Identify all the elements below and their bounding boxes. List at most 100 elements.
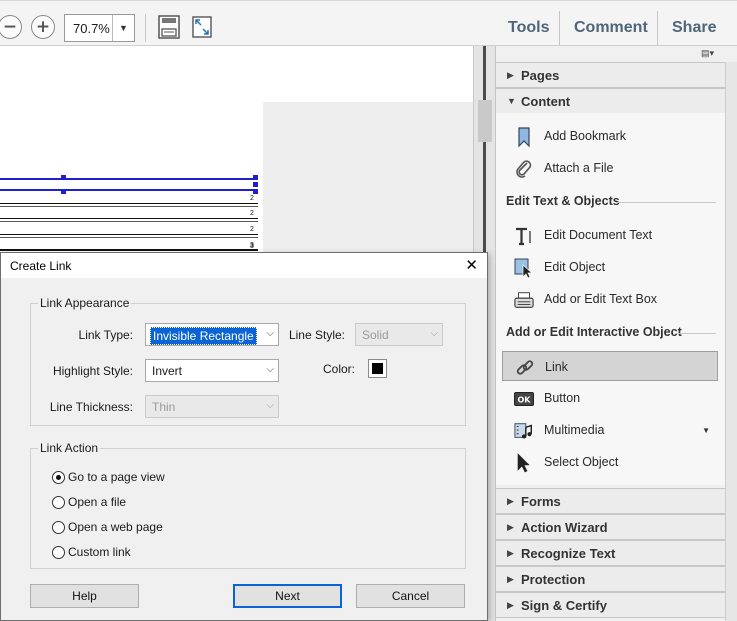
comment-tab[interactable]: Comment [574, 19, 648, 37]
section-label: Sign & Certify [521, 598, 607, 613]
radio-button[interactable] [52, 471, 65, 484]
help-button[interactable]: Help [30, 584, 139, 608]
resize-handle[interactable] [61, 175, 66, 180]
zoom-in-button[interactable]: + [31, 15, 55, 39]
group-legend: Link Appearance [38, 296, 132, 310]
cancel-button[interactable]: Cancel [356, 584, 465, 608]
table-rule [0, 206, 258, 207]
bookmark-icon [514, 127, 534, 147]
group-legend: Link Action [38, 441, 101, 455]
section-label: Pages [521, 68, 560, 83]
section-pages[interactable]: ▶ Pages [496, 62, 725, 88]
table-rule [0, 234, 258, 235]
link-selection-rectangle[interactable] [0, 178, 258, 191]
text-cursor-icon [514, 226, 534, 246]
table-rule [0, 249, 258, 250]
chevron-down-icon[interactable]: ▼ [112, 15, 134, 41]
create-link-dialog: Create Link ✕ Link Appearance Link Type:… [0, 252, 488, 621]
tool-add-bookmark[interactable]: Add Bookmark [502, 121, 718, 151]
tool-edit-object[interactable]: Edit Object [502, 252, 718, 282]
close-icon[interactable]: ✕ [465, 256, 478, 274]
link-icon [515, 358, 535, 378]
resize-handle[interactable] [61, 189, 66, 194]
chevron-down-icon: ⌵ [430, 328, 438, 339]
top-toolbar: − + 70.7% ▼ Tools Comment Share [0, 0, 737, 46]
edit-object-icon [514, 258, 534, 278]
color-swatch [372, 363, 383, 374]
next-button[interactable]: Next [233, 584, 342, 608]
row-number: 2 [250, 210, 254, 217]
tool-attach-file[interactable]: Attach a File [502, 153, 718, 183]
chevron-down-icon: ⌵ [266, 364, 274, 375]
table-rule [0, 250, 258, 251]
resize-handle[interactable] [253, 182, 258, 187]
color-picker[interactable] [368, 359, 387, 378]
radio-button[interactable] [52, 521, 65, 534]
section-recognize-text[interactable]: ▶ Recognize Text [496, 540, 725, 566]
line-style-select[interactable]: Solid ⌵ [355, 323, 443, 346]
expand-arrow-icon: ▶ [507, 70, 514, 80]
section-forms[interactable]: ▶ Forms [496, 488, 725, 514]
tool-button[interactable]: OK Button [502, 383, 718, 413]
link-action-group: Link Action Go to a page view Open a fil… [30, 441, 466, 569]
panel-options-icon[interactable]: ▤▾ [701, 48, 719, 60]
row-number: 3 [250, 243, 254, 250]
zoom-value: 70.7% [73, 21, 110, 36]
zoom-out-button[interactable]: − [0, 15, 22, 39]
highlight-style-value: Invert [152, 364, 183, 378]
section-label: Forms [521, 494, 561, 509]
tool-multimedia[interactable]: Multimedia ▼ [502, 415, 718, 445]
section-sign-certify[interactable]: ▶ Sign & Certify [496, 592, 725, 618]
scroll-thumb[interactable] [478, 100, 492, 142]
ok-button-icon: OK [514, 389, 534, 409]
section-label: Content [521, 94, 571, 109]
line-thickness-select[interactable]: Thin ⌵ [145, 395, 279, 418]
radio-label: Open a file [68, 495, 127, 509]
group-divider [677, 333, 716, 334]
tools-tab[interactable]: Tools [508, 19, 549, 37]
link-appearance-group: Link Appearance Link Type: Invisible Rec… [30, 296, 466, 426]
multimedia-icon [514, 421, 534, 441]
arrow-pointer-icon [514, 453, 534, 473]
line-thickness-label: Line Thickness: [49, 400, 133, 414]
resize-handle[interactable] [253, 175, 258, 180]
section-action-wizard[interactable]: ▶ Action Wizard [496, 514, 725, 540]
link-type-select[interactable]: Invisible Rectangle ⌵ [145, 323, 279, 346]
tool-link[interactable]: Link [502, 351, 718, 381]
color-label: Color: [322, 362, 355, 376]
line-thickness-value: Thin [152, 400, 176, 414]
page-fit-icon[interactable] [157, 15, 181, 39]
full-screen-icon[interactable] [190, 15, 214, 39]
highlight-style-select[interactable]: Invert ⌵ [145, 359, 279, 382]
dropdown-caret-icon[interactable]: ▼ [702, 426, 710, 435]
toolbar-divider [559, 11, 560, 45]
row-number: 2 [250, 195, 254, 202]
section-protection[interactable]: ▶ Protection [496, 566, 725, 592]
line-style-value: Solid [362, 328, 389, 342]
tool-label: Edit Document Text [544, 228, 653, 242]
radio-button[interactable] [52, 496, 65, 509]
tool-label: Edit Object [544, 260, 606, 274]
toolbar-divider [145, 14, 146, 42]
content-tools-list: Add Bookmark Attach a File Edit Text & O… [496, 113, 725, 485]
tool-label: Select Object [544, 455, 619, 469]
radio-button[interactable] [52, 546, 65, 559]
panel-scrollbar[interactable] [725, 62, 737, 621]
group-divider [616, 202, 716, 203]
expand-arrow-icon: ▶ [507, 574, 514, 584]
tool-add-edit-text-box[interactable]: Add or Edit Text Box [502, 284, 718, 314]
tools-panel: ▤▾ ▶ Pages ▼ Content Add Bookmark Attach… [495, 46, 737, 621]
resize-handle[interactable] [253, 189, 258, 194]
table-rule [0, 237, 258, 238]
expand-arrow-icon: ▶ [507, 600, 514, 610]
tool-edit-document-text[interactable]: Edit Document Text [502, 220, 718, 250]
tool-select-object[interactable]: Select Object [502, 447, 718, 477]
svg-text:OK: OK [518, 396, 532, 405]
tool-label: Add or Edit Text Box [544, 292, 658, 306]
group-label-edit-text: Edit Text & Objects [506, 194, 620, 208]
share-tab[interactable]: Share [672, 19, 716, 37]
plus-icon: + [35, 16, 51, 37]
section-content[interactable]: ▼ Content [496, 88, 725, 114]
zoom-combobox[interactable]: 70.7% ▼ [64, 14, 135, 42]
tool-label: Attach a File [544, 161, 614, 175]
